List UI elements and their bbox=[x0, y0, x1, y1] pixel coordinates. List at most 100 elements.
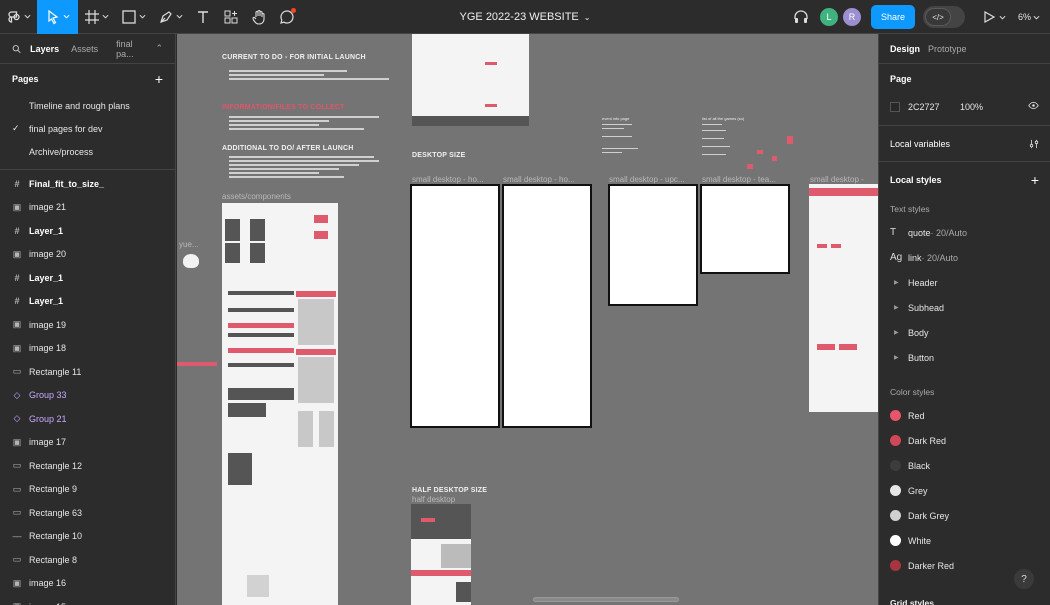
layer-item[interactable]: ▣ image 18 bbox=[0, 337, 175, 361]
text-style-group[interactable]: ▶ Button bbox=[879, 345, 1050, 370]
shape-tool-button[interactable] bbox=[115, 0, 152, 34]
frame-small-desktop-upcoming[interactable] bbox=[608, 184, 698, 306]
link-icon: Ag bbox=[890, 252, 903, 263]
page-color-swatch[interactable] bbox=[890, 101, 900, 112]
frame-label[interactable]: assets/components bbox=[222, 192, 291, 201]
search-icon[interactable] bbox=[12, 44, 21, 54]
half-desktop-board[interactable] bbox=[411, 504, 471, 605]
avatar[interactable]: L bbox=[819, 8, 838, 26]
page-fill-row[interactable]: 2C2727 100% bbox=[879, 94, 1050, 119]
frame-small-desktop-team[interactable] bbox=[700, 184, 790, 274]
document-title[interactable]: YGE 2022-23 WEBSITE bbox=[460, 11, 579, 23]
mobile-board[interactable] bbox=[809, 184, 878, 412]
frame-small-desktop-home-2[interactable] bbox=[502, 184, 592, 428]
frame-label[interactable]: small desktop - tea... bbox=[702, 175, 776, 184]
text-style-item[interactable]: Ag link · 20/Auto bbox=[879, 245, 1050, 270]
layer-item[interactable]: ▭ Rectangle 8 bbox=[0, 548, 175, 572]
color-style-item[interactable]: Black bbox=[879, 453, 1050, 478]
frame-label[interactable]: small desktop - ho... bbox=[503, 175, 575, 184]
dev-mode-toggle[interactable]: </> bbox=[922, 6, 965, 28]
layer-item[interactable]: # Final_fit_to_size_ bbox=[0, 172, 175, 196]
color-style-item[interactable]: Dark Red bbox=[879, 428, 1050, 453]
layer-item[interactable]: ▭ Rectangle 9 bbox=[0, 478, 175, 502]
asset-block bbox=[228, 403, 266, 417]
canvas[interactable]: CURRENT TO DO - FOR INITIAL LAUNCH INFOR… bbox=[177, 34, 878, 605]
assets-board[interactable] bbox=[222, 203, 338, 605]
frame-label[interactable]: small desktop - bbox=[810, 175, 864, 184]
color-style-item[interactable]: White bbox=[879, 528, 1050, 553]
add-page-icon[interactable]: + bbox=[155, 71, 163, 87]
frame-label[interactable]: small desktop - upc... bbox=[609, 175, 685, 184]
color-style-item[interactable]: Dark Grey bbox=[879, 503, 1050, 528]
asset-image bbox=[298, 411, 313, 447]
help-button[interactable]: ? bbox=[1014, 569, 1034, 589]
move-tool-button[interactable] bbox=[37, 0, 78, 34]
page-item[interactable]: Timeline and rough plans bbox=[0, 94, 175, 117]
note-current-todo[interactable]: CURRENT TO DO - FOR INITIAL LAUNCH bbox=[222, 54, 366, 61]
pen-tool-button[interactable] bbox=[152, 0, 189, 34]
frame-small-desktop-home[interactable] bbox=[410, 184, 500, 428]
layer-item[interactable]: # Layer_1 bbox=[0, 266, 175, 290]
resources-tool-button[interactable] bbox=[217, 0, 245, 34]
present-button[interactable] bbox=[975, 0, 1012, 34]
layer-item[interactable]: # Layer_1 bbox=[0, 219, 175, 243]
audio-button[interactable] bbox=[787, 0, 815, 34]
tab-layers[interactable]: Layers bbox=[30, 44, 59, 54]
layer-item[interactable]: ◇ Group 21 bbox=[0, 407, 175, 431]
page-color-hex[interactable]: 2C2727 bbox=[908, 102, 960, 112]
note-list-games[interactable]: list of all the games (so) bbox=[702, 116, 744, 121]
page-item[interactable]: ✓ final pages for dev bbox=[0, 117, 175, 140]
avatar[interactable]: R bbox=[842, 8, 861, 26]
note-event-info[interactable]: event info page bbox=[602, 116, 629, 121]
layer-item[interactable]: ▭ Rectangle 63 bbox=[0, 501, 175, 525]
layer-item[interactable]: ▣ image 21 bbox=[0, 196, 175, 220]
frame-label[interactable]: small desktop - ho... bbox=[412, 175, 484, 184]
section-desktop-size[interactable]: DESKTOP SIZE bbox=[412, 152, 466, 159]
layer-item[interactable]: # Layer_1 bbox=[0, 290, 175, 314]
page-item[interactable]: Archive/process bbox=[0, 140, 175, 163]
color-style-item[interactable]: Red bbox=[879, 403, 1050, 428]
frame-tool-button[interactable] bbox=[78, 0, 115, 34]
hand-tool-button[interactable] bbox=[245, 0, 273, 34]
add-style-icon[interactable]: + bbox=[1031, 172, 1039, 188]
tab-assets[interactable]: Assets bbox=[71, 44, 98, 54]
layer-item[interactable]: ▭ Rectangle 12 bbox=[0, 454, 175, 478]
layer-item[interactable]: ▣image 15 bbox=[0, 595, 175, 605]
tab-prototype[interactable]: Prototype bbox=[928, 44, 967, 54]
preview-board[interactable] bbox=[412, 34, 529, 126]
chevron-up-icon[interactable]: ⌃ bbox=[155, 43, 163, 54]
local-variables-row[interactable]: Local variables bbox=[879, 126, 1050, 161]
text-style-item[interactable]: Tquote · 20/Auto bbox=[879, 220, 1050, 245]
layer-item[interactable]: ▣ image 16 bbox=[0, 572, 175, 596]
frame-label[interactable]: yue... bbox=[179, 240, 199, 249]
comment-tool-button[interactable] bbox=[273, 0, 301, 34]
text-style-group[interactable]: ▶ Subhead bbox=[879, 295, 1050, 320]
layer-item[interactable]: ▣ image 20 bbox=[0, 243, 175, 267]
frame-label[interactable]: half desktop bbox=[412, 495, 455, 504]
eye-icon[interactable] bbox=[1028, 101, 1039, 112]
main-menu-button[interactable] bbox=[0, 0, 37, 34]
note-info-files[interactable]: INFORMATION/FILES TO COLLECT bbox=[222, 104, 345, 111]
image-icon: ▣ bbox=[12, 319, 22, 330]
text-style-group[interactable]: ▶ Body bbox=[879, 320, 1050, 345]
chevron-down-icon bbox=[102, 14, 109, 19]
layer-item[interactable]: ◇ Group 33 bbox=[0, 384, 175, 408]
horizontal-scrollbar[interactable] bbox=[533, 597, 679, 602]
zoom-menu[interactable]: 6% bbox=[1012, 0, 1050, 34]
layer-item[interactable]: — Rectangle 10 bbox=[0, 525, 175, 549]
color-style-item[interactable]: Grey bbox=[879, 478, 1050, 503]
layer-item[interactable]: ▭ Rectangle 11 bbox=[0, 360, 175, 384]
layer-item[interactable]: ▣ image 17 bbox=[0, 431, 175, 455]
asset-block bbox=[228, 363, 294, 367]
sliders-icon[interactable] bbox=[1029, 139, 1039, 149]
section-half-desktop[interactable]: HALF DESKTOP SIZE bbox=[412, 487, 487, 494]
chevron-down-icon[interactable]: ⌄ bbox=[584, 13, 591, 22]
tab-current-page[interactable]: final pa... bbox=[116, 39, 149, 59]
note-additional[interactable]: ADDITIONAL TO DO/ AFTER LAUNCH bbox=[222, 145, 353, 152]
share-button[interactable]: Share bbox=[870, 5, 915, 29]
text-tool-button[interactable] bbox=[189, 0, 217, 34]
page-opacity[interactable]: 100% bbox=[960, 102, 983, 112]
layer-item[interactable]: ▣ image 19 bbox=[0, 313, 175, 337]
text-style-group[interactable]: ▶ Header bbox=[879, 270, 1050, 295]
tab-design[interactable]: Design bbox=[890, 44, 920, 54]
